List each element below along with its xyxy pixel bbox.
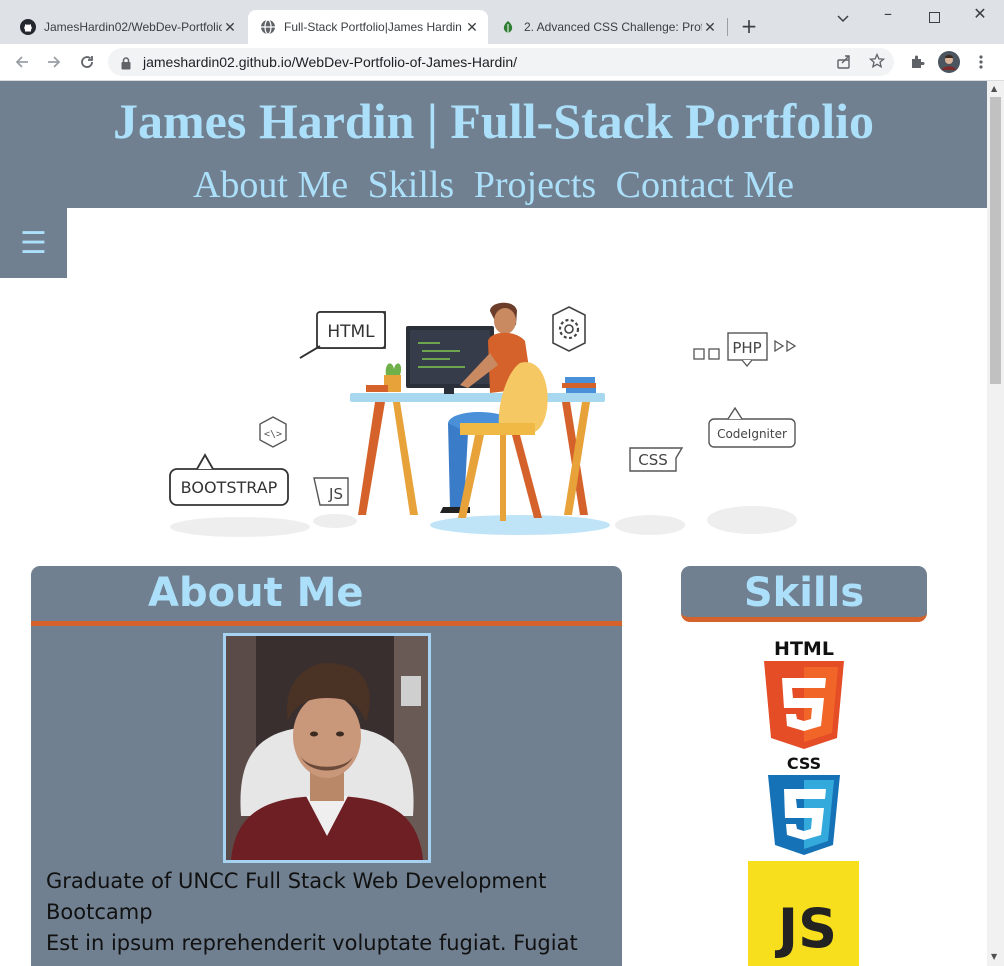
about-me-header: About Me — [31, 566, 622, 626]
new-tab-icon[interactable]: + — [738, 16, 760, 36]
html5-logo-text: HTML — [774, 638, 834, 660]
hamburger-menu-icon[interactable]: ☰ — [0, 208, 67, 278]
profile-photo — [223, 633, 431, 863]
browser-tab-portfolio[interactable]: Full-Stack Portfolio|James Hardin ✕ — [248, 10, 488, 44]
globe-icon — [260, 19, 276, 35]
page-scrollbar[interactable]: ▲ ▼ — [987, 81, 1004, 966]
html-bubble: HTML — [299, 311, 386, 359]
browser-tab-github[interactable]: JamesHardin02/WebDev-Portfolio-of-James-… — [8, 10, 246, 44]
menu-glyph: ☰ — [20, 225, 47, 261]
browser-tab-challenge[interactable]: 2. Advanced CSS Challenge: Professional … — [488, 10, 726, 44]
bookmark-star-icon[interactable] — [868, 52, 886, 73]
css-bubble-label: CSS — [638, 451, 668, 469]
close-tab-icon[interactable]: ✕ — [222, 19, 238, 36]
tab-separator — [727, 18, 728, 36]
bootstrap-bubble: BOOTSTRAP — [169, 453, 289, 506]
css3-logo-text: CSS — [787, 754, 821, 773]
forward-icon[interactable] — [42, 50, 66, 74]
page-title: James Hardin | Full-Stack Portfolio — [113, 93, 874, 149]
browser-menu-icon[interactable] — [969, 50, 993, 74]
site-header: James Hardin | Full-Stack Portfolio Abou… — [0, 81, 987, 208]
leaf-icon — [500, 19, 516, 35]
tab-title: Full-Stack Portfolio|James Hardin — [284, 20, 462, 34]
close-tab-icon[interactable]: ✕ — [464, 19, 480, 36]
codeigniter-label: CodeIgniter — [717, 427, 787, 441]
javascript-logo-icon: JS — [748, 861, 859, 966]
about-me-paragraph-1: Graduate of UNCC Full Stack Web Developm… — [46, 869, 547, 924]
scroll-up-icon[interactable]: ▲ — [991, 84, 997, 94]
browser-toolbar: jameshardin02.github.io/WebDev-Portfolio… — [0, 44, 1004, 81]
nav-link-contact[interactable]: Contact Me — [616, 164, 794, 206]
gear-icon — [552, 306, 586, 352]
nav-link-skills[interactable]: Skills — [368, 164, 455, 206]
html5-logo-icon: HTML — [764, 638, 844, 749]
tab-search-icon[interactable] — [833, 8, 853, 27]
extensions-icon[interactable] — [905, 50, 929, 74]
minimize-icon[interactable]: – — [878, 4, 898, 23]
javascript-logo-text: JS — [778, 897, 837, 960]
bootstrap-label: BOOTSTRAP — [181, 478, 278, 497]
profile-avatar[interactable] — [937, 50, 961, 74]
html-bubble-label: HTML — [327, 322, 375, 342]
back-icon[interactable] — [10, 50, 34, 74]
about-me-heading: About Me — [148, 570, 364, 616]
page-viewport: James Hardin | Full-Stack Portfolio Abou… — [0, 81, 987, 966]
address-bar[interactable]: jameshardin02.github.io/WebDev-Portfolio… — [108, 48, 894, 76]
browser-tab-strip: JamesHardin02/WebDev-Portfolio-of-James-… — [0, 0, 1004, 44]
code-tag-icon: <\> — [259, 416, 287, 448]
maximize-icon[interactable] — [924, 8, 944, 27]
close-window-icon[interactable]: ✕ — [970, 4, 990, 23]
close-tab-icon[interactable]: ✕ — [702, 19, 718, 36]
site-nav: About Me Skills Projects Contact Me — [0, 163, 987, 207]
skills-header: Skills — [681, 566, 927, 622]
nav-link-projects[interactable]: Projects — [474, 164, 596, 206]
php-label: PHP — [732, 339, 761, 357]
hero-illustration: HTML PHP <\> BOOTSTRAP JS CSS CodeIgnite… — [169, 302, 797, 537]
share-icon[interactable] — [836, 54, 852, 74]
nav-link-about[interactable]: About Me — [193, 164, 348, 206]
about-me-paragraph-2: Est in ipsum reprehenderit voluptate fug… — [46, 931, 578, 955]
js-bubble-label: JS — [328, 485, 343, 503]
hero-shadows — [170, 506, 797, 537]
tab-title: JamesHardin02/WebDev-Portfolio-of-James-… — [44, 20, 222, 34]
about-me-section: About Me Graduate of UNCC Full Stack Web… — [31, 566, 622, 966]
lock-icon — [121, 55, 131, 74]
tab-title: 2. Advanced CSS Challenge: Professional … — [524, 20, 702, 34]
github-icon — [20, 19, 36, 35]
scrollbar-thumb[interactable] — [990, 97, 1001, 384]
url-text: jameshardin02.github.io/WebDev-Portfolio… — [143, 54, 518, 70]
scroll-down-icon[interactable]: ▼ — [991, 952, 997, 962]
reload-icon[interactable] — [75, 50, 99, 74]
php-bubble: PHP — [693, 332, 797, 368]
about-me-text: Graduate of UNCC Full Stack Web Developm… — [46, 866, 606, 959]
skills-heading: Skills — [743, 570, 865, 616]
css3-logo-icon: CSS — [768, 754, 840, 855]
js-bubble: JS — [313, 477, 349, 506]
svg-text:<\>: <\> — [264, 429, 282, 440]
codeigniter-bubble: CodeIgniter — [708, 406, 796, 448]
